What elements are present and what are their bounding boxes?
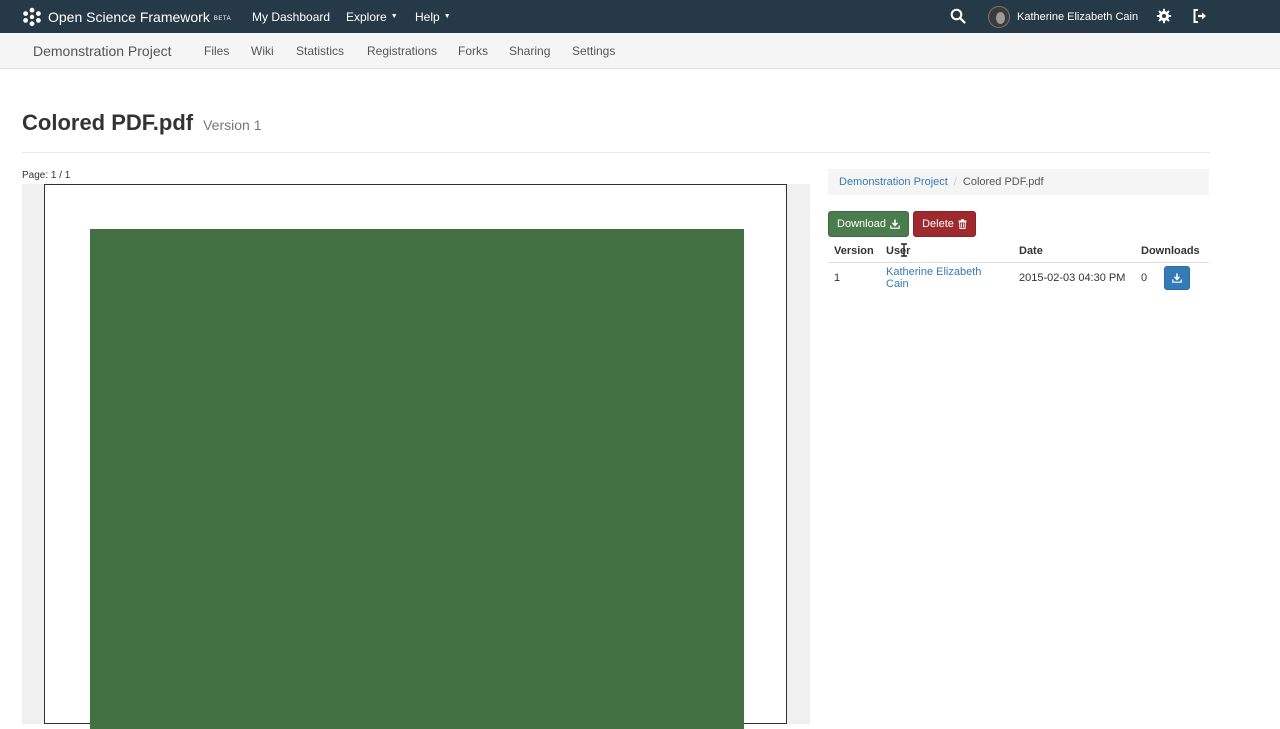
user-menu[interactable]: Katherine Elizabeth Cain (988, 0, 1138, 33)
sign-out-icon[interactable] (1192, 8, 1208, 24)
column-header-downloads: Downloads (1135, 240, 1209, 263)
osf-brand[interactable]: Open Science Framework BETA (22, 0, 231, 33)
version-user-cell: Katherine Elizabeth Cain (880, 263, 1013, 294)
search-icon[interactable] (950, 8, 966, 24)
text-cursor-icon (901, 243, 907, 257)
table-header-row: Version User Date Downloads (828, 240, 1209, 263)
download-count: 0 (1141, 271, 1148, 284)
top-navbar: Open Science Framework BETA My Dashboard… (0, 0, 1280, 33)
project-nav-sharing[interactable]: Sharing (509, 33, 550, 68)
nav-help-dropdown[interactable]: Help ▼ (415, 0, 451, 33)
file-heading: Colored PDF.pdf Version 1 (22, 110, 261, 136)
nav-my-dashboard-label: My Dashboard (252, 9, 331, 24)
version-download-button[interactable] (1164, 266, 1191, 290)
gear-icon[interactable] (1156, 8, 1172, 24)
version-number: 1 (834, 272, 841, 284)
delete-button[interactable]: Delete (913, 211, 976, 237)
version-user-link[interactable]: Katherine Elizabeth Cain (886, 266, 981, 290)
table-row: 1 Katherine Elizabeth Cain 2015-02-03 04… (828, 263, 1209, 294)
download-icon (890, 219, 900, 229)
breadcrumb-current-file: Colored PDF.pdf (962, 176, 1044, 188)
download-button[interactable]: Download (828, 211, 909, 237)
project-nav-wiki[interactable]: Wiki (251, 33, 274, 68)
project-navbar: Demonstration Project Files Wiki Statist… (0, 33, 1280, 69)
download-button-label: Download (837, 218, 886, 230)
nav-explore-label: Explore (346, 9, 387, 24)
user-name: Katherine Elizabeth Cain (1017, 10, 1139, 23)
breadcrumb-separator: / (953, 176, 957, 188)
pdf-viewer[interactable] (22, 184, 810, 729)
download-icon (1172, 273, 1182, 283)
versions-table: Version User Date Downloads 1 Katherine … (828, 240, 1209, 293)
project-title-link[interactable]: Demonstration Project (33, 33, 172, 68)
project-nav-settings[interactable]: Settings (572, 33, 615, 68)
project-nav-statistics[interactable]: Statistics (296, 33, 344, 68)
breadcrumb-project-link[interactable]: Demonstration Project (839, 176, 948, 188)
version-date: 2015-02-03 04:30 PM (1019, 272, 1126, 284)
trash-icon (958, 219, 967, 229)
project-nav-registrations[interactable]: Registrations (367, 33, 437, 68)
project-nav-forks[interactable]: Forks (458, 33, 488, 68)
column-header-version: Version (828, 240, 880, 263)
pdf-green-content (90, 229, 744, 729)
nav-help-label: Help (415, 9, 440, 24)
pdf-page (44, 184, 787, 729)
caret-down-icon: ▼ (390, 13, 398, 20)
version-downloads-cell: 0 (1135, 263, 1209, 294)
page-indicator: Page: 1 / 1 (22, 170, 71, 181)
delete-button-label: Delete (922, 218, 954, 230)
caret-down-icon: ▼ (443, 13, 451, 20)
version-label: Version 1 (203, 117, 262, 133)
beta-badge: BETA (213, 15, 232, 22)
breadcrumb: Demonstration Project / Colored PDF.pdf (828, 169, 1209, 195)
osf-logo-icon (23, 7, 41, 26)
nav-my-dashboard[interactable]: My Dashboard (252, 0, 330, 33)
brand-name: Open Science Framework (48, 8, 210, 25)
column-header-date: Date (1013, 240, 1135, 263)
divider (22, 152, 1210, 153)
file-title: Colored PDF.pdf (22, 110, 194, 135)
avatar (988, 5, 1010, 28)
project-nav-files[interactable]: Files (204, 33, 229, 68)
nav-explore-dropdown[interactable]: Explore ▼ (346, 0, 398, 33)
